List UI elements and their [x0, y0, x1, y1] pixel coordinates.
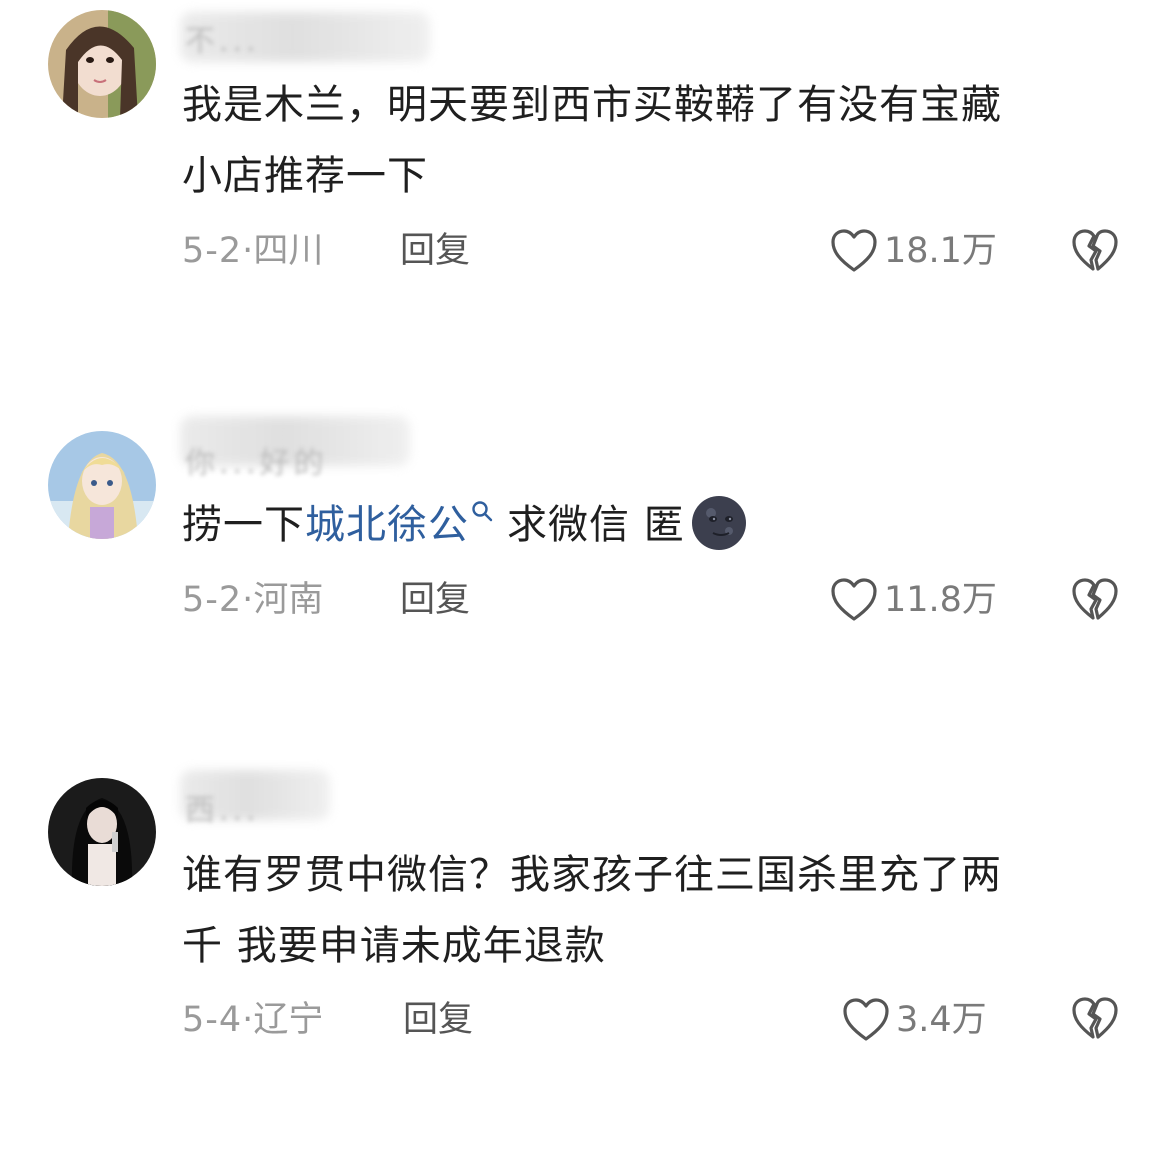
comment-text-prefix: 捞一下 — [182, 502, 305, 548]
avatar[interactable] — [48, 778, 156, 886]
avatar[interactable] — [48, 10, 156, 118]
date-separator: · — [242, 580, 254, 620]
reply-button[interactable]: 回复 — [400, 226, 470, 276]
heart-outline-icon — [831, 229, 877, 272]
comment-line: 谁有罗贯中微信？我家孩子往三国杀里充了两 — [182, 852, 1002, 898]
like-count: 18.1万 — [884, 231, 997, 271]
avatar-image — [48, 431, 156, 539]
broken-heart-icon — [1072, 997, 1118, 1039]
reply-button[interactable]: 回复 — [403, 995, 473, 1045]
comment-text: 谁有罗贯中微信？我家孩子往三国杀里充了两 千 我要申请未成年退款 — [182, 840, 1102, 982]
broken-heart-icon — [1072, 578, 1118, 620]
comment-text-suffix: 求微信 匿 — [507, 502, 685, 548]
dislike-button[interactable] — [1071, 996, 1119, 1042]
like-count: 3.4万 — [896, 1000, 987, 1040]
avatar-image — [48, 10, 156, 118]
comment-meta: 5-2·四川 — [182, 226, 323, 276]
avatar-image — [48, 778, 156, 886]
comment-date: 5-4 — [182, 1000, 243, 1040]
avatar[interactable] — [48, 431, 156, 539]
comment-date: 5-2 — [182, 231, 243, 271]
date-separator: · — [242, 1000, 254, 1040]
search-icon[interactable] — [471, 500, 493, 522]
comment-location: 河南 — [253, 580, 324, 620]
like-button[interactable]: 18.1万 — [830, 226, 997, 276]
broken-heart-icon — [1072, 229, 1118, 271]
comment-line: 千 我要申请未成年退款 — [182, 923, 606, 969]
dislike-button[interactable] — [1071, 577, 1119, 623]
like-button[interactable]: 3.4万 — [842, 995, 987, 1045]
username[interactable]: 不... — [185, 16, 260, 60]
comment-meta: 5-2·河南 — [182, 575, 323, 625]
comment-date: 5-2 — [182, 580, 243, 620]
new-moon-face-emoji — [691, 496, 746, 550]
heart-outline-icon — [843, 998, 889, 1041]
comment-line: 我是木兰，明天要到西市买鞍鞯了有没有宝藏 — [182, 82, 1002, 128]
username[interactable]: 你...好的 — [185, 438, 328, 482]
username[interactable]: 西... — [185, 785, 260, 829]
comment-location: 辽宁 — [253, 1000, 324, 1040]
comment-location: 四川 — [253, 231, 324, 271]
like-count: 11.8万 — [884, 580, 997, 620]
comment-line: 小店推荐一下 — [182, 153, 428, 199]
mention-link[interactable]: 城北徐公 — [305, 502, 469, 548]
reply-button[interactable]: 回复 — [400, 575, 470, 625]
comment-meta: 5-4·辽宁 — [182, 995, 323, 1045]
like-button[interactable]: 11.8万 — [830, 575, 997, 625]
comment-text: 捞一下城北徐公 求微信 匿 — [182, 490, 1102, 561]
dislike-button[interactable] — [1071, 228, 1119, 274]
heart-outline-icon — [831, 578, 877, 621]
date-separator: · — [242, 231, 254, 271]
comment-text: 我是木兰，明天要到西市买鞍鞯了有没有宝藏 小店推荐一下 — [182, 70, 1102, 212]
